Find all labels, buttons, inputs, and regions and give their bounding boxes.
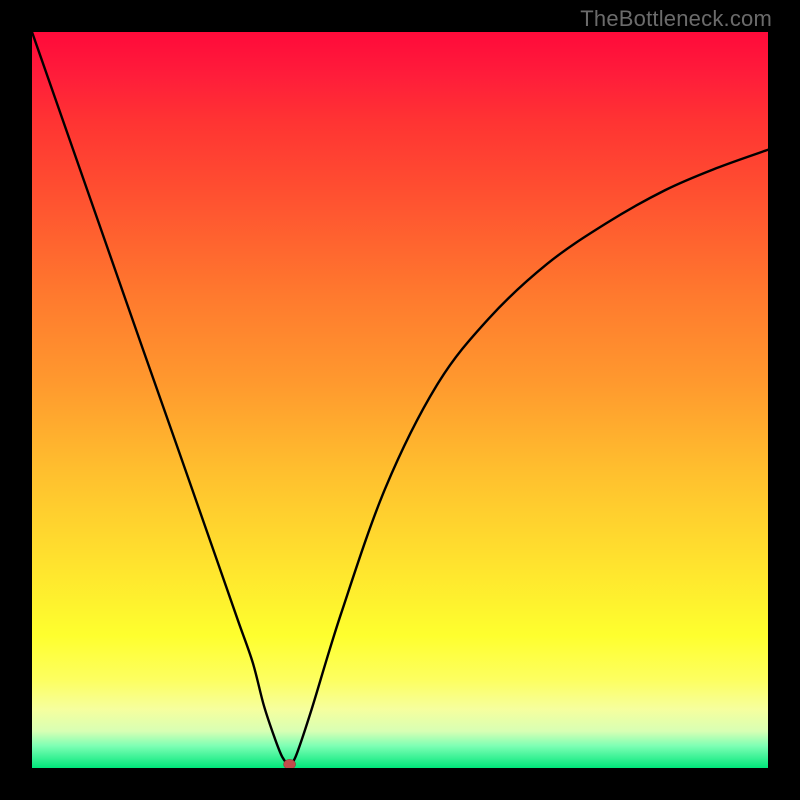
watermark: TheBottleneck.com [580, 6, 772, 32]
minimum-marker [284, 759, 296, 768]
plot-area [32, 32, 768, 768]
chart-frame: TheBottleneck.com [0, 0, 800, 800]
bottleneck-curve [32, 32, 768, 768]
